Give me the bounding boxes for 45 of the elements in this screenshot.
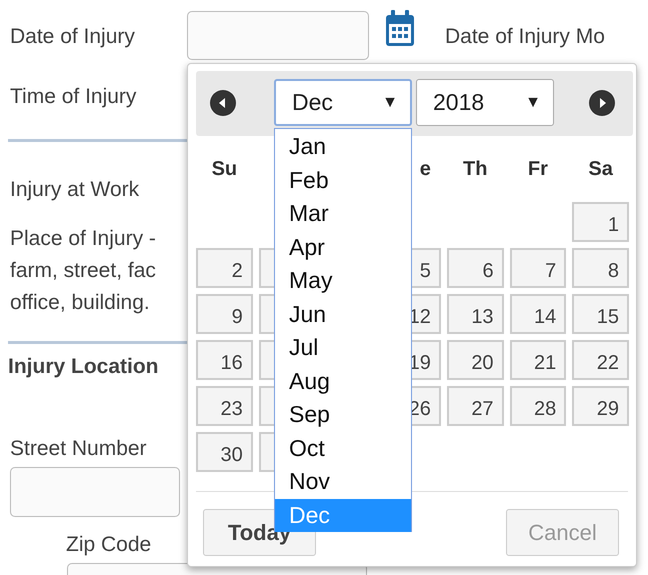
weekday-label: Th: [462, 157, 488, 182]
month-select[interactable]: Dec ▼: [274, 79, 412, 126]
day-cell[interactable]: 8: [572, 248, 629, 288]
day-cell[interactable]: 2: [196, 248, 253, 288]
weekday-label: e: [418, 157, 432, 182]
field-label: Street Number: [10, 438, 147, 459]
street-number-field[interactable]: [10, 467, 180, 517]
day-cell[interactable]: 23: [196, 386, 253, 426]
weekday-label: Fr: [526, 157, 549, 182]
field-label: farm, street, fac: [10, 260, 156, 281]
field-label: Injury at Work: [10, 179, 140, 200]
field-label: office, building.: [10, 292, 150, 313]
day-cell[interactable]: 15: [572, 294, 629, 334]
day-cell[interactable]: 28: [510, 386, 566, 426]
day-cell[interactable]: 22: [572, 340, 629, 380]
weekday-label: Sa: [587, 157, 614, 182]
day-cell[interactable]: 20: [446, 340, 504, 380]
day-cell[interactable]: 29: [572, 386, 629, 426]
previous-month-icon[interactable]: [210, 90, 236, 116]
day-cell[interactable]: 6: [446, 248, 504, 288]
next-month-icon[interactable]: [589, 90, 615, 116]
month-option[interactable]: Feb: [275, 164, 411, 197]
field-label: Date of Injury: [10, 26, 135, 47]
field-label: Zip Code: [66, 534, 152, 555]
field-label: Place of Injury -: [10, 228, 156, 249]
day-cell[interactable]: 21: [510, 340, 566, 380]
field-label: Time of Injury: [10, 86, 136, 107]
year-select[interactable]: 2018 ▼: [416, 79, 554, 126]
day-cell[interactable]: 1: [572, 202, 629, 242]
day-cell[interactable]: 7: [510, 248, 566, 288]
section-heading: Injury Location: [8, 356, 159, 377]
day-cell[interactable]: 13: [446, 294, 504, 334]
weekday-label: Su: [210, 157, 238, 182]
day-cell[interactable]: 14: [510, 294, 566, 334]
day-cell[interactable]: 16: [196, 340, 253, 380]
day-cell[interactable]: 27: [446, 386, 504, 426]
date-field[interactable]: [187, 11, 369, 60]
day-cell[interactable]: 30: [196, 432, 253, 472]
month-option[interactable]: Oct: [275, 432, 411, 465]
field-label: Date of Injury Mo: [445, 26, 605, 47]
day-cell[interactable]: 9: [196, 294, 253, 334]
month-option[interactable]: Nov: [275, 465, 411, 498]
calendar-icon[interactable]: [384, 9, 416, 49]
month-option[interactable]: Mar: [275, 197, 411, 230]
month-option[interactable]: Jan: [275, 130, 411, 164]
